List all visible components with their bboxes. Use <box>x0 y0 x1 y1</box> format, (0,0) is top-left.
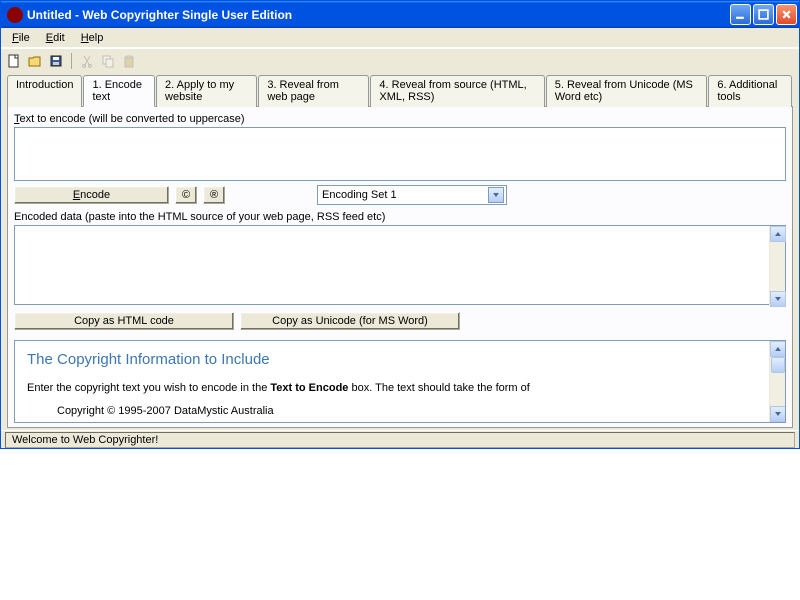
tab-apply-website[interactable]: 2. Apply to my website <box>156 75 257 107</box>
menu-help[interactable]: Help <box>74 30 111 46</box>
encoded-data-textarea[interactable] <box>14 225 786 305</box>
info-heading: The Copyright Information to Include <box>27 351 773 368</box>
toolbar <box>1 48 799 72</box>
scroll-down-icon[interactable] <box>770 406 786 422</box>
scroll-thumb[interactable] <box>771 357 785 373</box>
tab-reveal-unicode[interactable]: 5. Reveal from Unicode (MS Word etc) <box>546 75 708 107</box>
chevron-down-icon <box>488 187 504 203</box>
tab-additional-tools[interactable]: 6. Additional tools <box>708 75 792 107</box>
scroll-up-icon[interactable] <box>770 226 786 242</box>
text-to-encode-textarea[interactable] <box>14 127 786 181</box>
tab-reveal-web[interactable]: 3. Reveal from web page <box>258 75 369 107</box>
label-encoded-data: Encoded data (paste into the HTML source… <box>14 211 786 223</box>
tab-encode-text[interactable]: 1. Encode text <box>83 75 155 107</box>
label-text-to-encode: Text to encode (will be converted to upp… <box>14 113 786 125</box>
maximize-button[interactable] <box>753 4 774 25</box>
titlebar[interactable]: Untitled - Web Copyrighter Single User E… <box>1 1 799 28</box>
insert-copyright-button[interactable]: © <box>175 186 197 204</box>
copy-html-button[interactable]: Copy as HTML code <box>14 312 234 330</box>
info-p1: Enter the copyright text you wish to enc… <box>27 380 773 397</box>
tab-introduction[interactable]: Introduction <box>7 75 82 107</box>
toolbar-separator <box>71 53 72 69</box>
open-file-icon[interactable] <box>26 52 44 70</box>
info-example: Copyright © 1995-2007 DataMystic Austral… <box>57 403 773 420</box>
status-text: Welcome to Web Copyrighter! <box>5 432 795 448</box>
menu-file[interactable]: File <box>5 30 37 46</box>
encode-row: Encode © ® Encoding Set 1 <box>14 185 786 205</box>
cut-icon <box>78 52 96 70</box>
statusbar: Welcome to Web Copyrighter! <box>1 430 799 448</box>
scroll-down-icon[interactable] <box>770 291 786 307</box>
new-file-icon[interactable] <box>5 52 23 70</box>
menubar: File Edit Help <box>1 28 799 48</box>
paste-icon <box>120 52 138 70</box>
app-icon <box>7 7 23 23</box>
copy-icon <box>99 52 117 70</box>
encoding-set-value: Encoding Set 1 <box>322 189 397 201</box>
menu-edit[interactable]: Edit <box>39 30 72 46</box>
window-buttons <box>730 4 797 25</box>
textarea-scrollbar[interactable] <box>769 226 785 307</box>
save-file-icon[interactable] <box>47 52 65 70</box>
tabs-row: Introduction 1. Encode text 2. Apply to … <box>1 72 799 106</box>
info-content: The Copyright Information to Include Ent… <box>15 341 785 423</box>
encoding-set-dropdown[interactable]: Encoding Set 1 <box>317 185 507 205</box>
close-button[interactable] <box>776 4 797 25</box>
window-title: Untitled - Web Copyrighter Single User E… <box>27 8 730 22</box>
copy-unicode-button[interactable]: Copy as Unicode (for MS Word) <box>240 312 460 330</box>
encode-button[interactable]: Encode <box>14 186 169 204</box>
tab-panel-encode: Text to encode (will be converted to upp… <box>7 106 793 428</box>
insert-registered-button[interactable]: ® <box>203 186 225 204</box>
minimize-button[interactable] <box>730 4 751 25</box>
app-window: Untitled - Web Copyrighter Single User E… <box>0 0 800 449</box>
encoded-data-wrap <box>14 225 786 308</box>
copy-row: Copy as HTML code Copy as Unicode (for M… <box>14 312 786 330</box>
tab-reveal-source[interactable]: 4. Reveal from source (HTML, XML, RSS) <box>370 75 544 107</box>
info-pane: The Copyright Information to Include Ent… <box>14 340 786 423</box>
info-scrollbar[interactable] <box>769 341 785 422</box>
scroll-up-icon[interactable] <box>770 341 786 357</box>
